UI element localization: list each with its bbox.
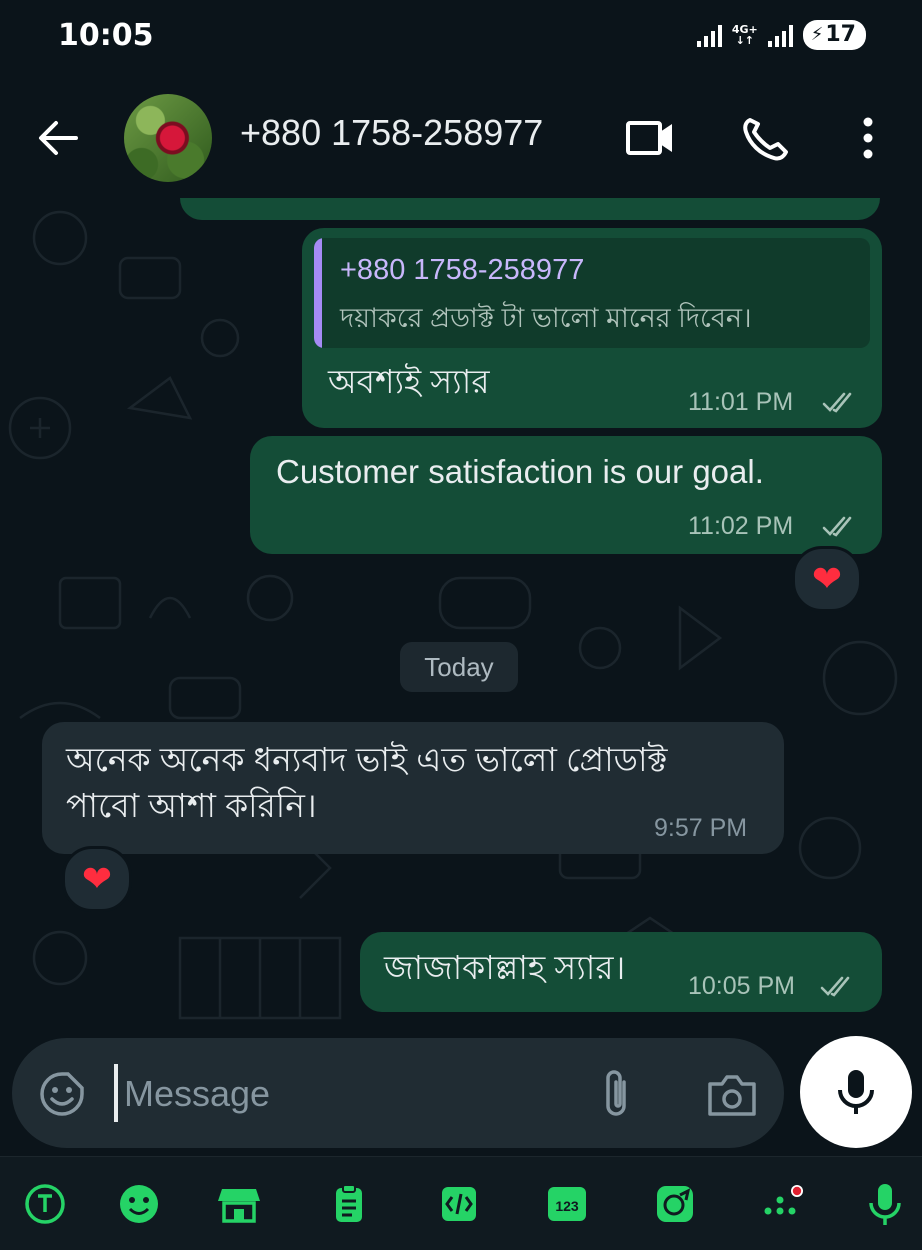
composer-row: [0, 1036, 922, 1156]
video-call-icon[interactable]: [624, 114, 676, 162]
message-bubble-outgoing[interactable]: +880 1758-258977 দয়াকরে প্রডাক্ট টা ভাল…: [302, 228, 882, 428]
message-bubble-incoming[interactable]: অনেক অনেক ধন্যবাদ ভাই এত ভালো প্রোডাক্ট …: [42, 722, 784, 854]
message-text: অবশ্যই স্যার: [328, 363, 490, 400]
numpad-label: 123: [555, 1198, 579, 1214]
message-time: 10:05 PM: [688, 972, 796, 1000]
numpad-icon[interactable]: 123: [544, 1181, 590, 1227]
quote-accent-bar: [314, 238, 322, 348]
quoted-message[interactable]: +880 1758-258977 দয়াকরে প্রডাক্ট টা ভাল…: [314, 238, 870, 348]
message-composer[interactable]: [12, 1038, 784, 1148]
store-icon[interactable]: [216, 1181, 262, 1227]
heart-reaction-icon[interactable]: ❤: [792, 546, 862, 612]
phone-call-icon[interactable]: [740, 114, 792, 162]
read-ticks-icon: [820, 976, 850, 997]
battery-level: 17: [825, 22, 856, 47]
message-time: 9:57 PM: [654, 814, 748, 842]
emoji-sticker-icon[interactable]: [38, 1070, 86, 1118]
battery-icon: ⚡ 17: [802, 20, 866, 50]
date-divider: Today: [400, 642, 518, 692]
translate-icon[interactable]: [22, 1181, 68, 1227]
voice-input-icon[interactable]: [862, 1181, 908, 1227]
message-text-line1: অনেক অনেক ধন্যবাদ ভাই এত ভালো প্রোডাক্ট: [66, 741, 668, 778]
text-editing-icon[interactable]: [436, 1181, 482, 1227]
status-bar: 10:05 4G+ ↓↑ ⚡ 17: [0, 0, 922, 78]
read-ticks-icon: [822, 392, 852, 413]
back-arrow-icon[interactable]: [36, 116, 80, 160]
microphone-icon: [838, 1070, 874, 1114]
clipboard-icon[interactable]: [326, 1181, 372, 1227]
status-icons: 4G+ ↓↑ ⚡ 17: [696, 20, 866, 50]
quoted-sender: +880 1758-258977: [340, 254, 585, 286]
more-dots-icon[interactable]: [760, 1181, 806, 1227]
attach-icon[interactable]: [592, 1068, 640, 1122]
emoji-icon[interactable]: [116, 1181, 162, 1227]
more-options-icon[interactable]: [844, 114, 892, 162]
signal-icon: [767, 23, 793, 47]
message-input[interactable]: [124, 1066, 564, 1122]
quoted-text: দয়াকরে প্রডাক্ট টা ভালো মানের দিবেন।: [340, 303, 752, 333]
heart-reaction-icon[interactable]: ❤: [62, 846, 132, 912]
read-ticks-icon: [822, 516, 852, 537]
sticker-icon[interactable]: [652, 1181, 698, 1227]
message-bubble-outgoing[interactable]: জাজাকাল্লাহ স্যার। 10:05 PM: [360, 932, 882, 1012]
microphone-button[interactable]: [800, 1036, 912, 1148]
message-time: 11:01 PM: [688, 388, 794, 416]
contact-avatar[interactable]: [124, 94, 212, 182]
message-bubble-outgoing[interactable]: Customer satisfaction is our goal. 11:02…: [250, 436, 882, 554]
message-text: Customer satisfaction is our goal.: [276, 453, 764, 490]
camera-icon[interactable]: [704, 1070, 760, 1120]
contact-name[interactable]: +880 1758-258977: [240, 112, 543, 154]
chat-messages[interactable]: +880 1758-258977 দয়াকরে প্রডাক্ট টা ভাল…: [0, 198, 922, 1036]
signal-icon: [696, 23, 722, 47]
message-time: 11:02 PM: [688, 512, 794, 540]
network-4g-icon: 4G+ ↓↑: [731, 23, 758, 47]
text-cursor: [114, 1064, 118, 1122]
chat-header: +880 1758-258977: [0, 78, 922, 198]
message-bubble-partial[interactable]: [180, 198, 880, 220]
status-time: 10:05: [58, 18, 154, 53]
message-text: জাজাকাল্লাহ স্যার।: [384, 949, 626, 986]
message-text-line2: পাবো আশা করিনি।: [66, 787, 317, 824]
keyboard-toolbar: 123: [0, 1156, 922, 1250]
